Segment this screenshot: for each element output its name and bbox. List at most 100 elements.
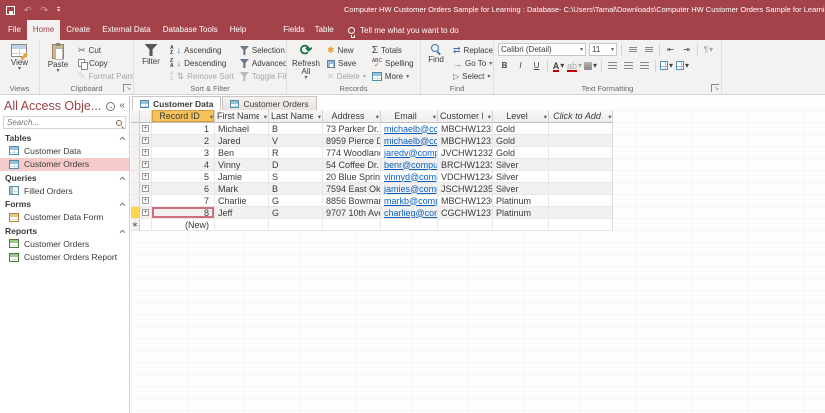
cell-last-name[interactable]: D (269, 159, 323, 171)
align-right-button[interactable] (638, 59, 651, 72)
numbering-button[interactable] (642, 43, 655, 56)
expand-row-button[interactable]: + (140, 135, 152, 147)
align-left-button[interactable] (606, 59, 619, 72)
cell-address[interactable]: 9707 10th Ave. (323, 207, 381, 219)
cell-click-to-add[interactable] (549, 207, 613, 219)
cell-first-name[interactable]: Mark (215, 183, 269, 195)
cell-first-name[interactable]: Charlie (215, 195, 269, 207)
cell-first-name[interactable] (215, 219, 269, 231)
cell-customer-id[interactable]: JSCHW1235 (438, 183, 493, 195)
customize-qat-icon[interactable]: ▾ (57, 7, 60, 14)
document-tab-customer-orders[interactable]: Customer Orders (222, 96, 316, 110)
go-to-button[interactable]: → Go To ▾ (451, 57, 494, 70)
cell-customer-id[interactable]: MBCHW1231 (438, 135, 493, 147)
column-header-email[interactable]: Email ▾ (381, 110, 438, 123)
cell-record-id[interactable]: 5 (152, 171, 215, 183)
nav-search-box[interactable] (3, 116, 126, 129)
delete-record-button[interactable]: ✕ Delete ▾ (325, 70, 368, 83)
cell-last-name[interactable]: G (269, 207, 323, 219)
column-dropdown-icon[interactable]: ▾ (433, 113, 436, 121)
font-color-button[interactable]: A▾ (552, 59, 565, 72)
column-dropdown-icon[interactable]: ▾ (488, 113, 491, 121)
cell-address[interactable]: 54 Coffee Dr. E (323, 159, 381, 171)
cell-email-link[interactable]: markb@comp (381, 195, 438, 207)
nav-item-customer-data-form[interactable]: Customer Data Form (0, 211, 129, 225)
column-dropdown-icon[interactable]: ▾ (608, 113, 611, 121)
cell-record-id[interactable]: 3 (152, 147, 215, 159)
cell-level[interactable]: Silver (493, 183, 549, 195)
nav-pane-header[interactable]: All Access Obje... ⌄ « (0, 96, 129, 115)
cell-last-name[interactable]: G (269, 195, 323, 207)
column-dropdown-icon[interactable]: ▾ (376, 113, 379, 121)
nav-menu-icon[interactable]: ⌄ (106, 102, 115, 111)
cell-last-name[interactable]: S (269, 171, 323, 183)
nav-item-customer-orders-report2[interactable]: Customer Orders Report (0, 251, 129, 265)
cell-record-id[interactable]: 8 (152, 207, 215, 219)
background-color-button[interactable]: ▾ (584, 59, 597, 72)
font-size-combobox[interactable]: 11 ▾ (589, 43, 617, 56)
column-dropdown-icon[interactable]: ▾ (318, 113, 321, 121)
cell-level[interactable]: Gold (493, 135, 549, 147)
nav-item-filled-orders[interactable]: Filled Orders (0, 184, 129, 198)
expand-row-button[interactable]: + (140, 171, 152, 183)
cell-record-id[interactable]: 4 (152, 159, 215, 171)
cell-customer-id[interactable]: CGCHW1237 (438, 207, 493, 219)
cell-customer-id[interactable]: MBCHW1231 (438, 123, 493, 135)
row-selector[interactable] (131, 195, 140, 207)
redo-icon[interactable]: ↷ (41, 6, 49, 15)
increase-indent-button[interactable]: ⇥ (680, 43, 693, 56)
new-record-row[interactable]: ∗ (New) (131, 219, 613, 231)
replace-button[interactable]: ⇄ Replace (451, 44, 494, 57)
column-header-level[interactable]: Level ▾ (493, 110, 549, 123)
cell-customer-id[interactable] (438, 219, 493, 231)
underline-button[interactable]: U (530, 59, 543, 72)
cell-last-name[interactable]: R (269, 147, 323, 159)
cell-address[interactable]: 8959 Pierce Dr. (323, 135, 381, 147)
cell-customer-id[interactable]: BRCHW1233 (438, 159, 493, 171)
cell-record-id[interactable]: (New) (152, 219, 215, 231)
tab-table[interactable]: Table (311, 20, 338, 40)
cell-last-name[interactable] (269, 219, 323, 231)
cell-customer-id[interactable]: VDCHW1234 (438, 171, 493, 183)
tab-home[interactable]: Home (27, 20, 60, 40)
tab-create[interactable]: Create (60, 20, 96, 40)
more-button[interactable]: More ▾ (370, 70, 416, 83)
tab-external-data[interactable]: External Data (96, 20, 156, 40)
select-button[interactable]: ▷ Select ▾ (451, 70, 494, 83)
view-button[interactable]: View ▾ (11, 42, 28, 84)
cell-address[interactable]: 73 Parker Dr. B (323, 123, 381, 135)
column-header-first-name[interactable]: First Name ▾ (215, 110, 269, 123)
nav-section-reports[interactable]: Reports (0, 224, 129, 237)
cell-level[interactable]: Silver (493, 159, 549, 171)
cell-first-name[interactable]: Jeff (215, 207, 269, 219)
format-painter-button[interactable]: ✎ Format Painter (76, 70, 134, 83)
highlight-color-button[interactable]: ab▾ (568, 59, 581, 72)
search-magnifier-icon[interactable] (116, 120, 122, 126)
cell-address[interactable]: 8856 Bowman (323, 195, 381, 207)
tab-file[interactable]: File (2, 20, 27, 40)
cell-first-name[interactable]: Jamie (215, 171, 269, 183)
nav-item-customer-orders-report1[interactable]: Customer Orders (0, 237, 129, 251)
cell-customer-id[interactable]: MBCHW1236 (438, 195, 493, 207)
cell-click-to-add[interactable] (549, 195, 613, 207)
toggle-filter-button[interactable]: Toggle Filter (238, 70, 287, 83)
column-dropdown-icon[interactable]: ▾ (544, 113, 547, 121)
cell-record-id[interactable]: 7 (152, 195, 215, 207)
column-header-address[interactable]: Address ▾ (323, 110, 381, 123)
row-selector[interactable] (131, 123, 140, 135)
ascending-button[interactable]: AZ↓ Ascending (168, 44, 236, 57)
cell-click-to-add[interactable] (549, 159, 613, 171)
search-input[interactable] (7, 118, 113, 127)
filter-button[interactable]: Filter (136, 42, 166, 84)
cell-first-name[interactable]: Ben (215, 147, 269, 159)
cell-email-link[interactable]: jamies@comp (381, 183, 438, 195)
nav-section-tables[interactable]: Tables (0, 131, 129, 144)
cell-record-id[interactable]: 1 (152, 123, 215, 135)
save-icon[interactable] (6, 6, 15, 15)
cell-email-link[interactable]: michaelb@com (381, 123, 438, 135)
align-center-button[interactable] (622, 59, 635, 72)
expand-row-button[interactable]: + (140, 183, 152, 195)
advanced-button[interactable]: Advanced ▾ (238, 57, 287, 70)
cell-email-link[interactable]: benr@comput (381, 159, 438, 171)
column-header-click-to-add[interactable]: Click to Add ▾ (549, 110, 613, 123)
